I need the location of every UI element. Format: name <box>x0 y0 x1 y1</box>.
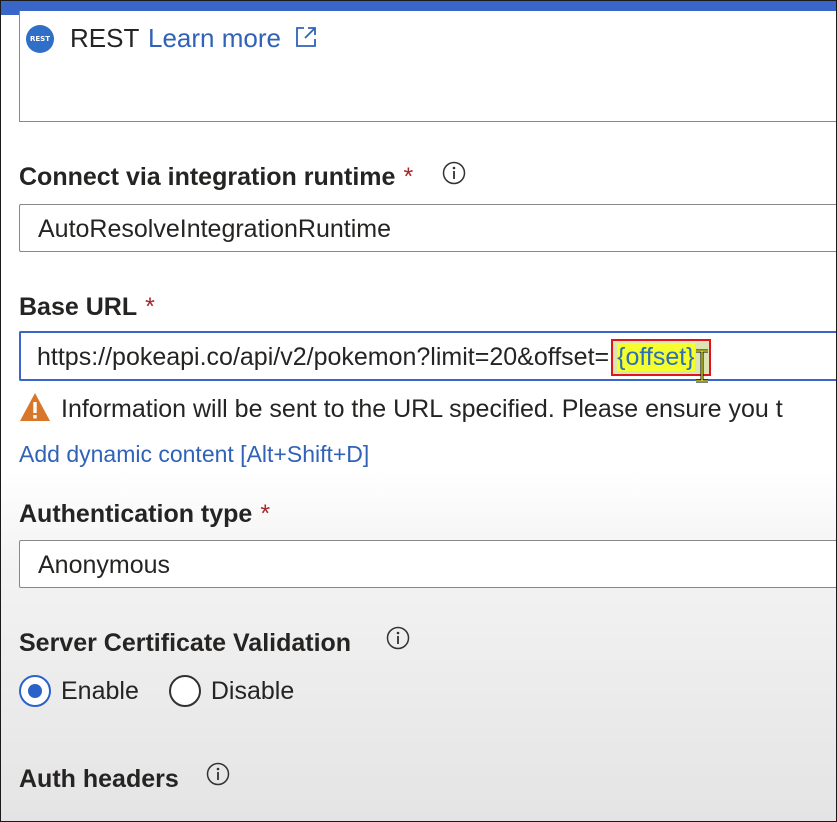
integration-runtime-label: Connect via integration runtime * <box>19 163 414 191</box>
auth-headers-label: Auth headers <box>19 765 179 793</box>
text-cursor-icon <box>696 349 708 383</box>
disable-radio-label[interactable]: Disable <box>211 677 294 706</box>
external-link-icon[interactable] <box>294 25 318 49</box>
disable-radio[interactable] <box>168 675 201 707</box>
base-url-label: Base URL * <box>19 293 155 321</box>
add-dynamic-content-link[interactable]: Add dynamic content [Alt+Shift+D] <box>19 441 369 468</box>
base-url-value: https://pokeapi.co/api/v2/pokemon?limit=… <box>37 339 711 376</box>
info-icon[interactable] <box>206 762 230 786</box>
base-url-text: https://pokeapi.co/api/v2/pokemon?limit=… <box>37 343 610 371</box>
authentication-type-label: Authentication type * <box>19 500 271 528</box>
base-url-warning: Information will be sent to the URL spec… <box>61 395 783 423</box>
warning-icon <box>20 393 50 421</box>
required-marker: * <box>260 500 271 528</box>
info-icon[interactable] <box>386 626 410 650</box>
linked-service-form: REST REST Learn more Connect via integra… <box>0 0 837 822</box>
connector-name: REST <box>70 23 140 53</box>
base-url-input[interactable]: https://pokeapi.co/api/v2/pokemon?limit=… <box>19 331 836 381</box>
info-icon[interactable] <box>442 161 466 185</box>
connector-card: REST REST Learn more <box>19 11 836 122</box>
learn-more-link[interactable]: Learn more <box>148 23 281 54</box>
enable-radio[interactable] <box>19 675 51 707</box>
required-marker: * <box>403 163 414 191</box>
authentication-type-value: Anonymous <box>38 551 171 579</box>
enable-radio-label[interactable]: Enable <box>61 677 139 706</box>
authentication-type-dropdown[interactable]: Anonymous <box>19 540 836 588</box>
server-certificate-label: Server Certificate Validation <box>19 629 352 657</box>
rest-icon: REST <box>26 25 54 53</box>
server-certificate-radio-group: Enable Disable <box>19 675 324 707</box>
integration-runtime-dropdown[interactable]: AutoResolveIntegrationRuntime <box>19 204 836 252</box>
required-marker: * <box>145 293 155 321</box>
integration-runtime-value: AutoResolveIntegrationRuntime <box>38 215 391 243</box>
